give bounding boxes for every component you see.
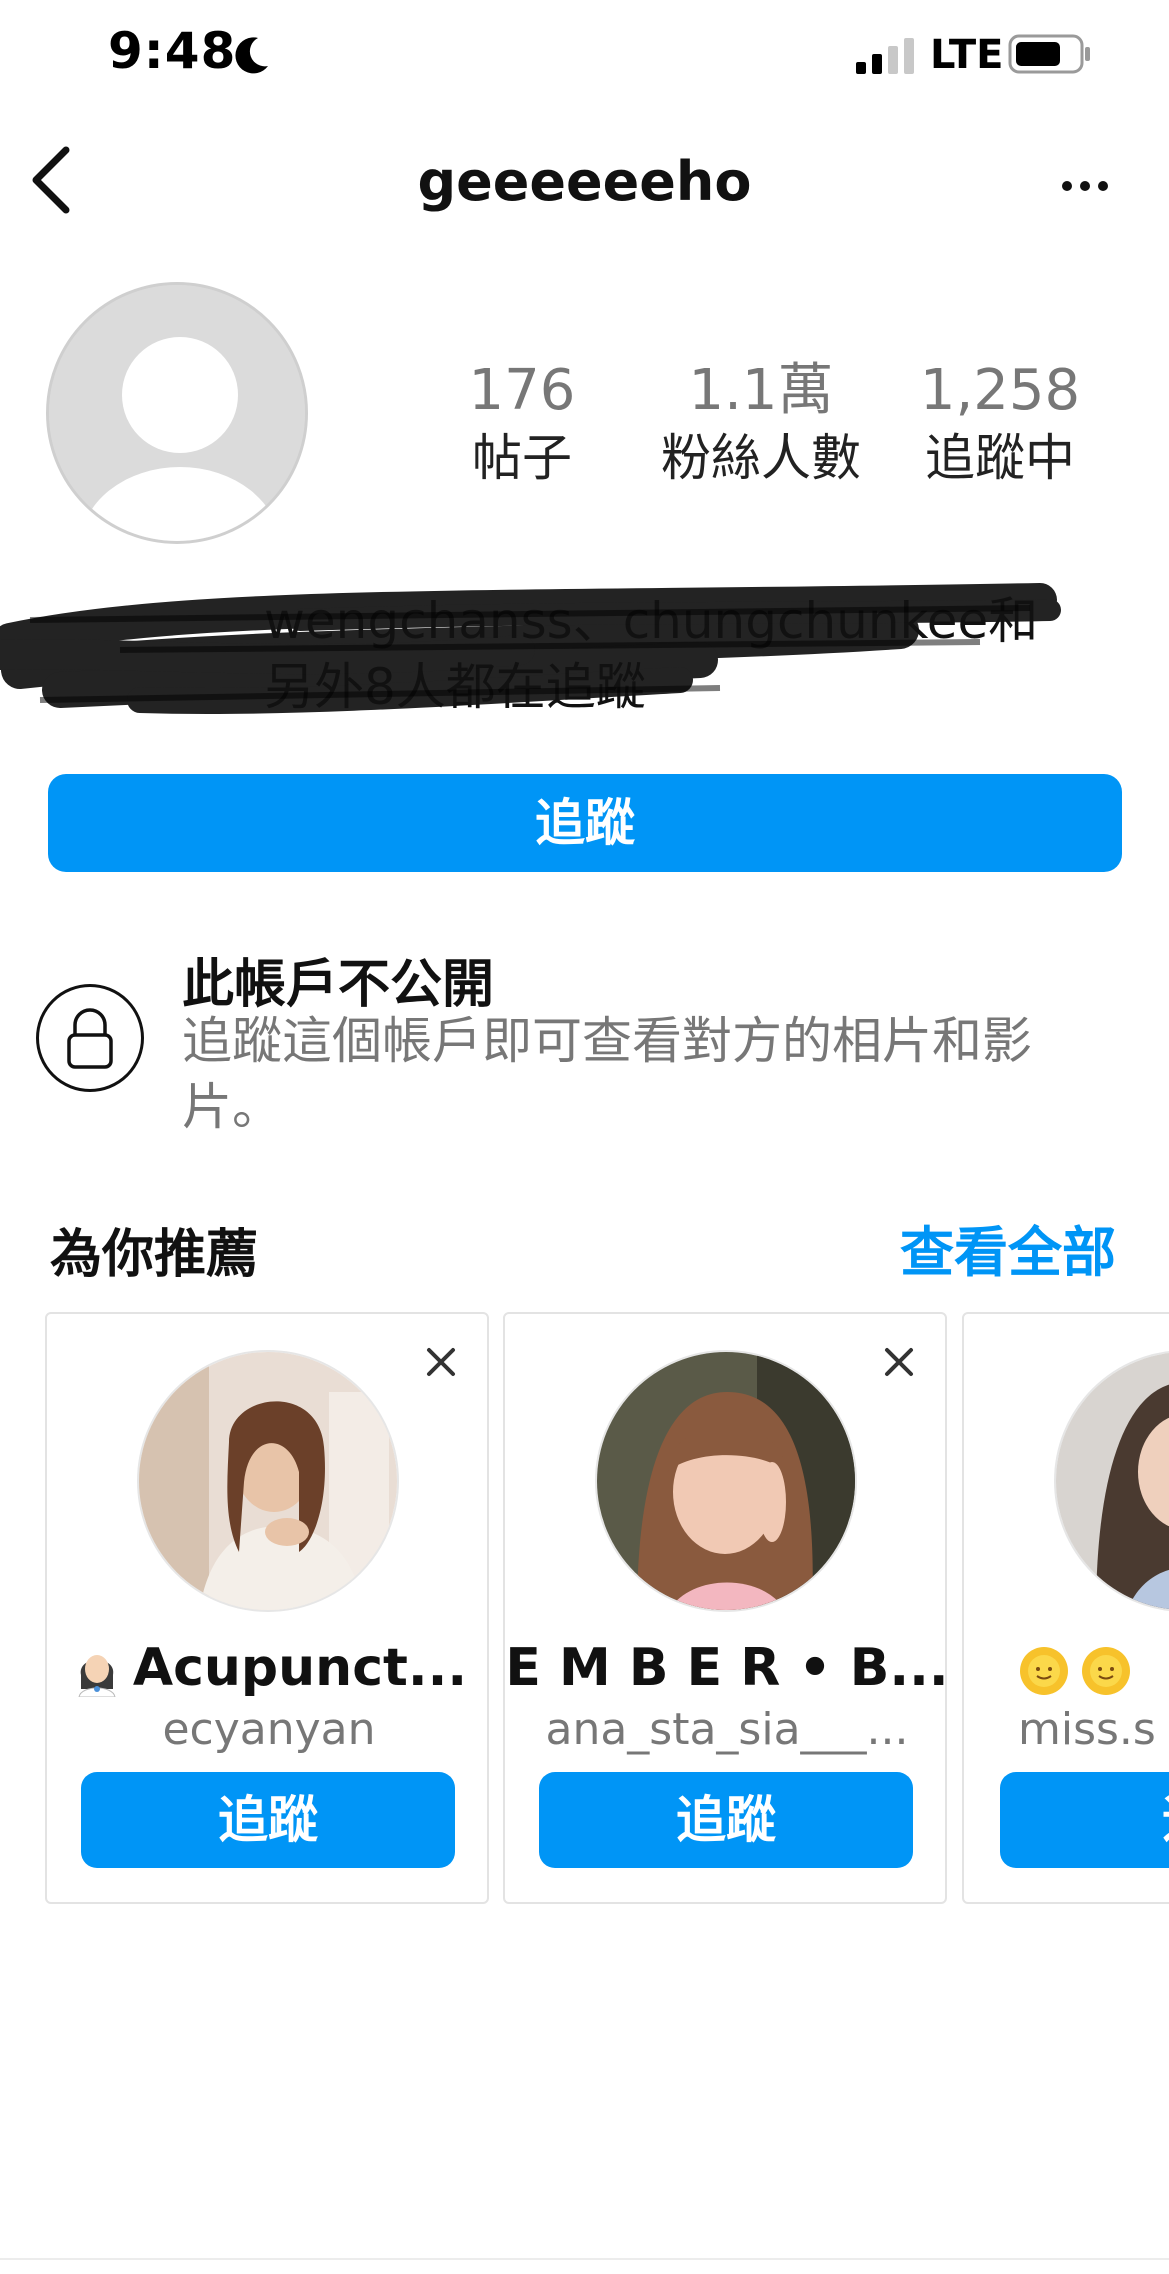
private-account-title: 此帳戶不公開	[182, 955, 495, 1015]
suggestion-follow-button[interactable]: 追蹤	[539, 1772, 913, 1868]
suggestion-username: miss.s	[1018, 1704, 1156, 1755]
followers-label: 粉絲人數	[661, 429, 861, 487]
suggestion-name-text: Acupunct...	[132, 1638, 468, 1698]
sun-with-face-emoji-icon	[1082, 1647, 1130, 1695]
suggestion-card[interactable]: E M B E R • B... ana_sta_sia___... 追蹤	[503, 1312, 947, 1904]
more-options-icon[interactable]	[1060, 168, 1110, 204]
posts-stat[interactable]: 176 帖子	[402, 356, 642, 490]
status-bar: 9:48 LTE	[0, 0, 1169, 110]
page-title: geeeeeeho	[417, 150, 752, 213]
network-label: LTE	[930, 32, 1004, 78]
followed-by[interactable]: wengchanss、chungchunkee和 另外8人都在追蹤	[0, 580, 1100, 730]
divider	[0, 2258, 1169, 2260]
suggestion-name	[1018, 1638, 1169, 1698]
close-icon[interactable]	[423, 1344, 459, 1380]
suggestion-follow-button[interactable]: 追蹤	[81, 1772, 455, 1868]
signal-icon	[856, 38, 914, 74]
following-stat[interactable]: 1,258 追蹤中	[880, 356, 1120, 490]
suggestion-card[interactable]: miss.s 追	[962, 1312, 1169, 1904]
battery-icon	[1008, 34, 1090, 74]
suggestion-card[interactable]: Acupunct... ecyanyan 追蹤	[45, 1312, 489, 1904]
suggestion-avatar[interactable]	[1054, 1350, 1169, 1612]
posts-label: 帖子	[472, 429, 572, 487]
following-count: 1,258	[919, 358, 1081, 423]
status-time: 9:48	[108, 22, 237, 80]
suggestion-username: ecyanyan	[162, 1704, 376, 1755]
suggestion-avatar[interactable]	[137, 1350, 399, 1612]
suggestions-title: 為你推薦	[50, 1225, 259, 1285]
posts-count: 176	[468, 358, 576, 423]
suggestion-name: Acupunct...	[47, 1638, 487, 1698]
redaction-scribble	[0, 583, 1061, 714]
suggestion-follow-button[interactable]: 追	[1000, 1772, 1169, 1868]
suggestion-username: ana_sta_sia___...	[545, 1704, 909, 1755]
followers-stat[interactable]: 1.1萬 粉絲人數	[641, 356, 881, 490]
private-account-description: 追蹤這個帳戶即可查看對方的相片和影片。	[182, 1012, 1032, 1136]
sun-with-face-emoji-icon	[1020, 1647, 1068, 1695]
woman-health-worker-emoji-icon	[78, 1655, 116, 1697]
close-icon[interactable]	[881, 1344, 917, 1380]
followers-count: 1.1萬	[688, 358, 834, 423]
default-avatar-icon	[49, 285, 305, 541]
see-all-link[interactable]: 查看全部	[900, 1208, 1116, 1287]
follow-button[interactable]: 追蹤	[48, 774, 1122, 872]
profile-avatar[interactable]	[46, 282, 308, 544]
suggestion-avatar[interactable]	[595, 1350, 857, 1612]
following-label: 追蹤中	[925, 429, 1075, 487]
moon-icon	[235, 37, 268, 74]
lock-icon	[36, 984, 144, 1092]
suggestion-name: E M B E R • B...	[505, 1638, 947, 1698]
